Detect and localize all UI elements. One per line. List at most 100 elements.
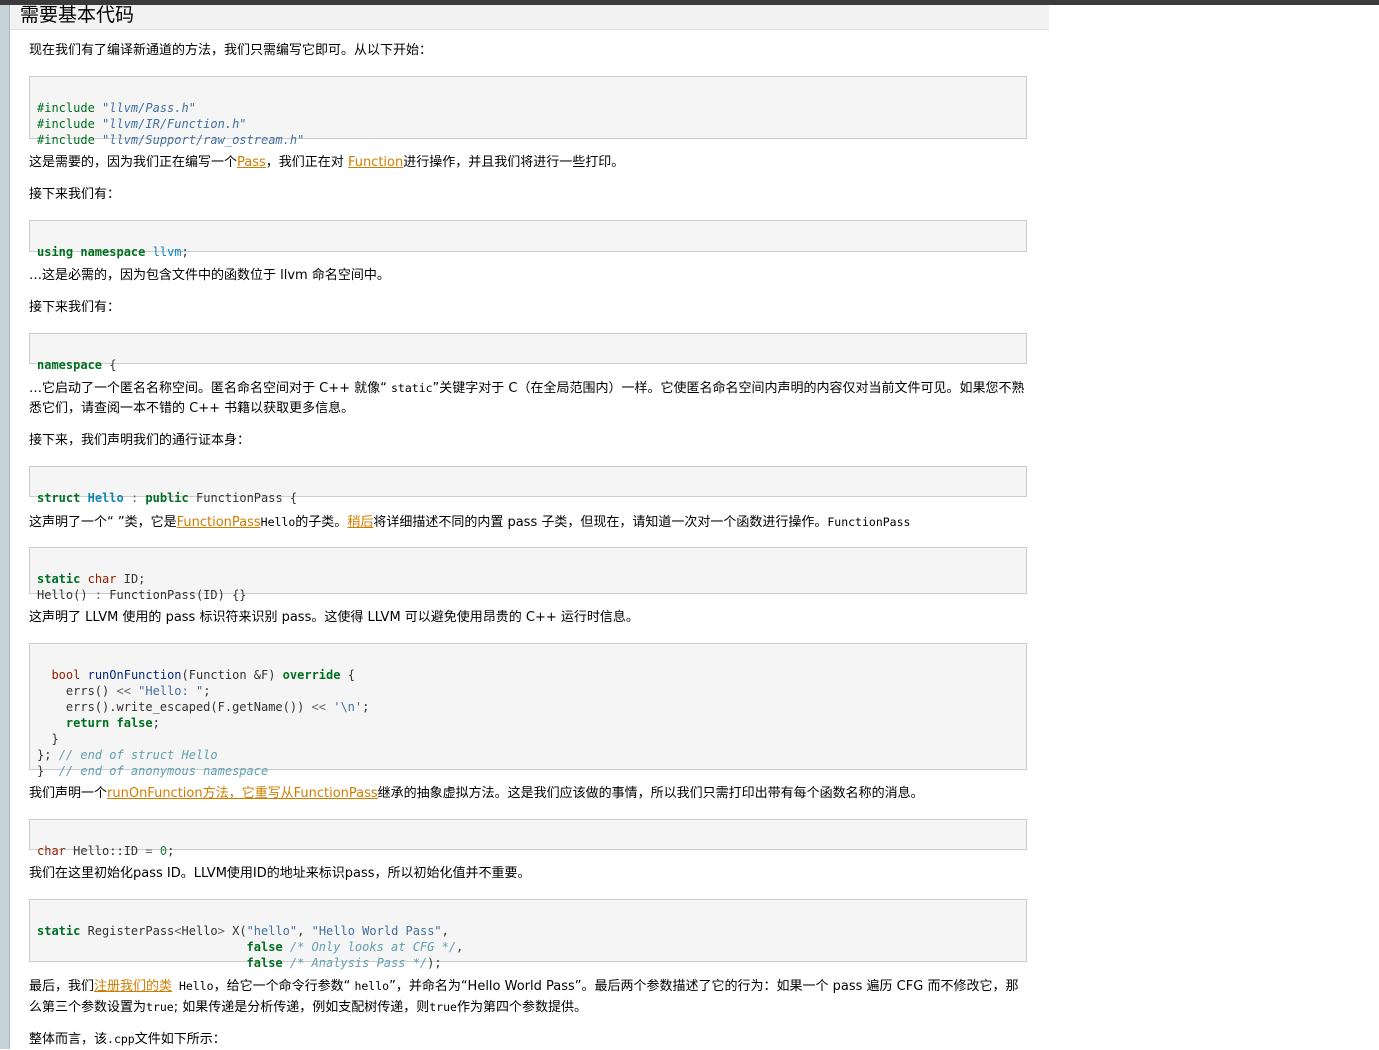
section-title: 需要基本代码 [20, 4, 135, 26]
inline-code: FunctionPass [827, 515, 911, 529]
code-block-struct: struct Hello : public FunctionPass { [29, 466, 1027, 505]
text: 最后，我们 [29, 979, 95, 994]
text: 作为第四个参数提供。 [456, 1000, 587, 1015]
section-header: 需要基本代码 [10, 4, 1049, 30]
code-token: : [123, 491, 146, 505]
code-token: } [37, 764, 45, 778]
code-token: FunctionPass(ID) {} [102, 588, 247, 602]
code-block-namespace: namespace { [29, 333, 1027, 372]
code-block-id-init: char Hello::ID = 0; [29, 819, 1027, 858]
paragraph-register-pass: 最后，我们注册我们的类 Hello，给它一个命令行参数“ hello”，并命名为… [29, 976, 1029, 1018]
code-token: : [94, 588, 103, 602]
link-function[interactable]: Function [348, 155, 403, 170]
code-token: ); [427, 956, 442, 970]
text: ，给它一个命令行参数“ [213, 979, 355, 994]
paragraph-subclass: 这声明了一个“ ”类，它是FunctionPassHello的子类。稍后将详细描… [29, 512, 1029, 533]
link-register-class[interactable]: 注册我们的类 [94, 979, 172, 994]
text: 整体而言，该 [29, 1032, 108, 1047]
code-block-id: static char ID; Hello() : FunctionPass(ID… [29, 547, 1027, 602]
paragraph-pass-identifier: 这声明了 LLVM 使用的 pass 标识符来识别 pass。这使得 LLVM … [29, 610, 639, 625]
link-later[interactable]: 稍后 [347, 515, 373, 530]
inline-code: hello [354, 979, 390, 993]
link-runonfunction[interactable]: runOnFunction方法，它重写从FunctionPass [107, 786, 378, 801]
code-token: static [37, 572, 81, 586]
code-block-includes: #include "llvm/Pass.h" #include "llvm/IR/… [29, 76, 1027, 147]
code-token: < [174, 924, 182, 938]
code-token: Hello::ID [65, 844, 146, 858]
code-comment: /* Analysis Pass */ [289, 956, 428, 970]
code-token: << [311, 700, 326, 714]
code-token: ID; [116, 572, 146, 586]
paragraph-declare-pass: 接下来，我们声明我们的通行证本身： [29, 433, 251, 448]
code-token: errs().write_escaped(F.getName()) [65, 700, 312, 714]
code-token: "hello" [246, 924, 298, 938]
code-token: ; [362, 700, 370, 714]
paragraph-next-2: 接下来我们有： [29, 300, 121, 315]
inline-code: static [391, 381, 433, 395]
code-token: "Hello World Pass" [311, 924, 442, 938]
code-token: Hello [181, 924, 218, 938]
inline-code: Hello [260, 515, 296, 529]
code-comment: // end of anonymous namespace [58, 764, 269, 778]
code-token: , [297, 924, 312, 938]
text: ，我们正在对 [265, 155, 348, 170]
inline-code: Hello [172, 979, 214, 993]
code-token: using [37, 245, 74, 259]
text: 我们声明一个 [29, 786, 108, 801]
paragraph-next: 接下来我们有： [29, 187, 121, 202]
inline-code: true [146, 1000, 174, 1014]
paragraph-intro: 现在我们有了编译新通道的方法，我们只需编写它即可。从以下开始： [29, 43, 433, 58]
paragraph-llvm-namespace: …这是必需的，因为包含文件中的函数位于 llvm 命名空间中。 [29, 268, 390, 283]
code-token: public [145, 491, 189, 505]
code-token: static [37, 924, 81, 938]
code-token: Hello() [37, 588, 95, 602]
link-functionpass[interactable]: FunctionPass [177, 515, 261, 530]
inline-code: .cpp [107, 1032, 135, 1046]
code-token: ; [203, 684, 211, 698]
code-token: X( [224, 924, 247, 938]
code-token: "llvm/Support/raw_ostream.h" [102, 133, 305, 147]
code-comment: /* Only looks at CFG */ [289, 940, 457, 954]
code-token: > [217, 924, 225, 938]
code-token: FunctionPass { [188, 491, 298, 505]
code-token: runOnFunction [87, 668, 182, 682]
text: 继承的抽象虚拟方法。这是我们应该做的事情，所以我们只需打印出带有每个函数名称的消… [377, 786, 924, 801]
code-token: (Function &F) [181, 668, 283, 682]
code-token: { [102, 358, 117, 372]
code-token: ; [152, 716, 160, 730]
code-token: '\n' [333, 700, 363, 714]
code-token: #include [37, 117, 95, 131]
paragraph-cpp-file: 整体而言，该.cpp文件如下所示： [29, 1029, 1029, 1050]
code-token: ; [181, 245, 189, 259]
text: …它启动了一个匿名名称空间。匿名命名空间对于 C++ 就像“ [29, 381, 391, 396]
inline-code: true [429, 1000, 457, 1014]
code-token: , [456, 940, 464, 954]
code-comment: // end of struct Hello [58, 748, 218, 762]
code-token: Hello [87, 491, 124, 505]
code-block-using: using namespace llvm; [29, 220, 1027, 259]
code-token: #include [37, 101, 95, 115]
paragraph-init-pass-id: 我们在这里初始化pass ID。LLVM使用ID的地址来标识pass，所以初始化… [29, 866, 531, 881]
code-token: false [246, 956, 283, 970]
code-token: override [282, 668, 341, 682]
code-token: } [51, 732, 59, 746]
paragraph-anonymous-namespace: …它启动了一个匿名名称空间。匿名命名空间对于 C++ 就像“ static”关键… [29, 378, 1029, 419]
code-block-runonfunction: bool runOnFunction(Function &F) override… [29, 643, 1027, 778]
code-token: RegisterPass [80, 924, 175, 938]
code-token: }; [37, 748, 52, 762]
code-token: #include [37, 133, 95, 147]
code-token: llvm [152, 245, 182, 259]
link-pass[interactable]: Pass [237, 155, 266, 170]
code-token: return [65, 716, 110, 730]
code-token: = [145, 844, 153, 858]
text: ; 如果传递是分析传递，例如支配树传递，则 [173, 1000, 430, 1015]
code-token: "llvm/Pass.h" [102, 101, 196, 115]
code-token: char [37, 844, 66, 858]
code-token: bool [51, 668, 81, 682]
code-token: { [340, 668, 355, 682]
code-token: false [246, 940, 283, 954]
code-token: , [441, 924, 449, 938]
paragraph-runonfunction: 我们声明一个runOnFunction方法，它重写从FunctionPass继承… [29, 784, 1029, 804]
code-token: "llvm/IR/Function.h" [102, 117, 247, 131]
code-token: char [87, 572, 117, 586]
